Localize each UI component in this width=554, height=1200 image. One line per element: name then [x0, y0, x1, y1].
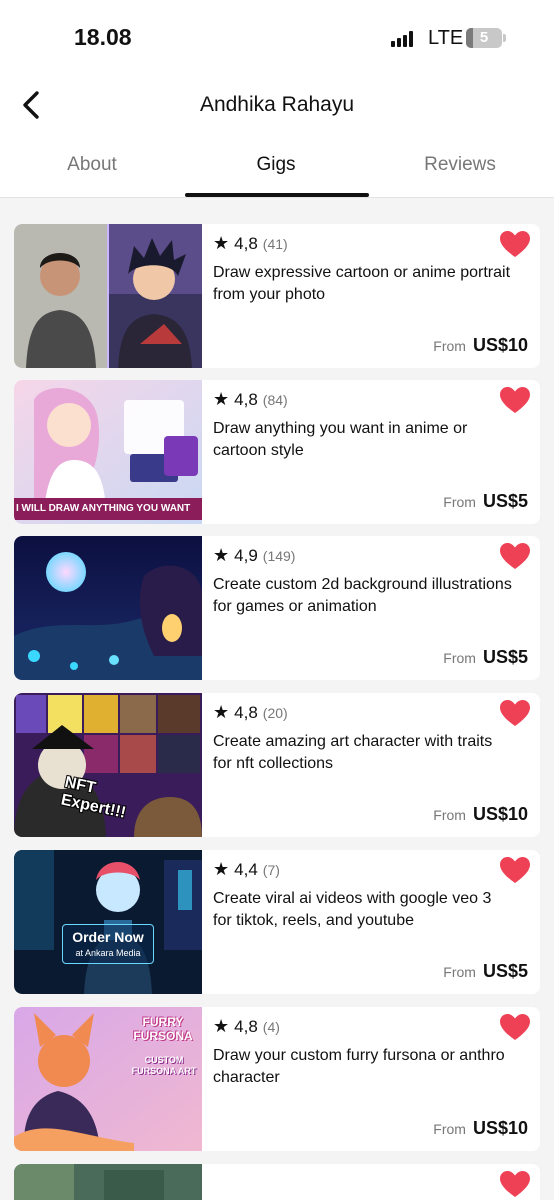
heart-icon[interactable] — [500, 700, 530, 728]
gig-card[interactable]: ★ 4,9 (149) Create custom 2d background … — [14, 536, 540, 680]
gig-price: From US$5 — [443, 961, 528, 982]
price-from-label: From — [433, 807, 466, 823]
rating-count: (7) — [262, 861, 280, 878]
heart-icon[interactable] — [500, 1014, 530, 1042]
rating-value: 4,8 — [234, 1016, 258, 1036]
gig-title[interactable]: Create amazing art character with traits… — [213, 731, 513, 775]
gig-card[interactable]: I WILL DRAW ANYTHING YOU WANT ★ 4,8 (84)… — [14, 380, 540, 524]
thumbnail-subtitle: at Ankara Media — [75, 948, 141, 958]
star-icon: ★ — [213, 389, 230, 409]
gig-rating: ★ 4,4 (7) — [213, 859, 280, 880]
rating-count: (41) — [262, 235, 288, 252]
gig-card[interactable]: NFT Expert!!! ★ 4,8 (20) Create amazing … — [14, 693, 540, 837]
star-icon: ★ — [213, 859, 230, 879]
gig-title[interactable]: Draw your custom furry fursona or anthro… — [213, 1045, 513, 1089]
rating-value: 4,8 — [234, 233, 258, 253]
thumbnail-title: FURRY FURSONA — [133, 1015, 193, 1043]
gig-rating: ★ 4,8 (84) — [213, 389, 288, 410]
thumbnail-banner: I WILL DRAW ANYTHING YOU WANT — [14, 498, 202, 520]
battery-level: 5 — [479, 29, 489, 46]
price-value: US$5 — [482, 961, 528, 981]
gig-thumbnail[interactable] — [14, 1164, 202, 1200]
gig-card[interactable]: Order Now at Ankara Media ★ 4,4 (7) Crea… — [14, 850, 540, 994]
status-bar: 18.08 LTE 5 — [0, 0, 554, 78]
gig-rating: ★ 4,9 (149) — [213, 545, 295, 566]
gig-card[interactable]: FURRY FURSONA CUSTOM FURSONA ART ★ 4,8 (… — [14, 1007, 540, 1151]
gig-rating: ★ 4,8 (41) — [213, 233, 288, 254]
status-time: 18.08 — [74, 24, 132, 50]
gig-title[interactable]: Create viral ai videos with google veo 3… — [213, 888, 513, 932]
rating-value: 4,9 — [234, 545, 258, 565]
battery-icon: 5 — [466, 28, 502, 48]
price-value: US$10 — [472, 335, 528, 355]
thumbnail-label: Order Now at Ankara Media — [62, 924, 154, 964]
price-from-label: From — [433, 338, 466, 354]
tab-gigs[interactable]: Gigs — [216, 154, 336, 176]
active-tab-indicator — [185, 193, 369, 197]
gig-thumbnail[interactable]: I WILL DRAW ANYTHING YOU WANT — [14, 380, 202, 524]
rating-value: 4,4 — [234, 859, 258, 879]
gig-title[interactable]: Create custom 2d background illustration… — [213, 574, 513, 618]
page-title: Andhika Rahayu — [199, 93, 355, 116]
gig-thumbnail[interactable] — [14, 536, 202, 680]
heart-icon[interactable] — [500, 1171, 530, 1199]
tab-reviews[interactable]: Reviews — [400, 154, 520, 176]
gig-card[interactable]: ★ 4,8 (41) Draw expressive cartoon or an… — [14, 224, 540, 368]
battery-tip — [503, 34, 506, 42]
gig-price: From US$10 — [433, 1118, 528, 1139]
gig-price: From US$5 — [443, 647, 528, 668]
signal-icon — [391, 31, 417, 47]
price-value: US$10 — [472, 1118, 528, 1138]
gig-thumbnail[interactable]: FURRY FURSONA CUSTOM FURSONA ART — [14, 1007, 202, 1151]
star-icon: ★ — [213, 233, 230, 253]
gig-rating: ★ 4,8 (4) — [213, 1016, 280, 1037]
heart-icon[interactable] — [500, 231, 530, 259]
price-value: US$5 — [482, 491, 528, 511]
thumbnail-subtitle: CUSTOM FURSONA ART — [131, 1055, 197, 1076]
gig-rating: ★ 4,8 (20) — [213, 702, 288, 723]
gig-price: From US$5 — [443, 491, 528, 512]
heart-icon[interactable] — [500, 857, 530, 885]
heart-icon[interactable] — [500, 387, 530, 415]
price-from-label: From — [443, 650, 476, 666]
network-label: LTE — [428, 27, 464, 49]
tab-about[interactable]: About — [32, 154, 152, 176]
gig-price: From US$10 — [433, 335, 528, 356]
star-icon: ★ — [213, 702, 230, 722]
star-icon: ★ — [213, 1016, 230, 1036]
gig-card[interactable] — [14, 1164, 540, 1200]
price-from-label: From — [443, 494, 476, 510]
gig-thumbnail[interactable]: Order Now at Ankara Media — [14, 850, 202, 994]
price-value: US$5 — [482, 647, 528, 667]
rating-value: 4,8 — [234, 389, 258, 409]
star-icon: ★ — [213, 545, 230, 565]
gig-title[interactable]: Draw expressive cartoon or anime portrai… — [213, 262, 513, 306]
price-value: US$10 — [472, 804, 528, 824]
rating-count: (149) — [262, 547, 296, 564]
gig-thumbnail[interactable] — [14, 224, 202, 368]
thumbnail-title: Order Now — [72, 929, 144, 945]
price-from-label: From — [433, 1121, 466, 1137]
gig-price: From US$10 — [433, 804, 528, 825]
rating-count: (4) — [262, 1018, 280, 1035]
rating-value: 4,8 — [234, 702, 258, 722]
rating-count: (84) — [262, 391, 288, 408]
gig-thumbnail[interactable]: NFT Expert!!! — [14, 693, 202, 837]
gig-title[interactable]: Draw anything you want in anime or carto… — [213, 418, 513, 462]
price-from-label: From — [443, 964, 476, 980]
rating-count: (20) — [262, 704, 288, 721]
profile-header: Andhika Rahayu About Gigs Reviews — [0, 78, 554, 198]
heart-icon[interactable] — [500, 543, 530, 571]
